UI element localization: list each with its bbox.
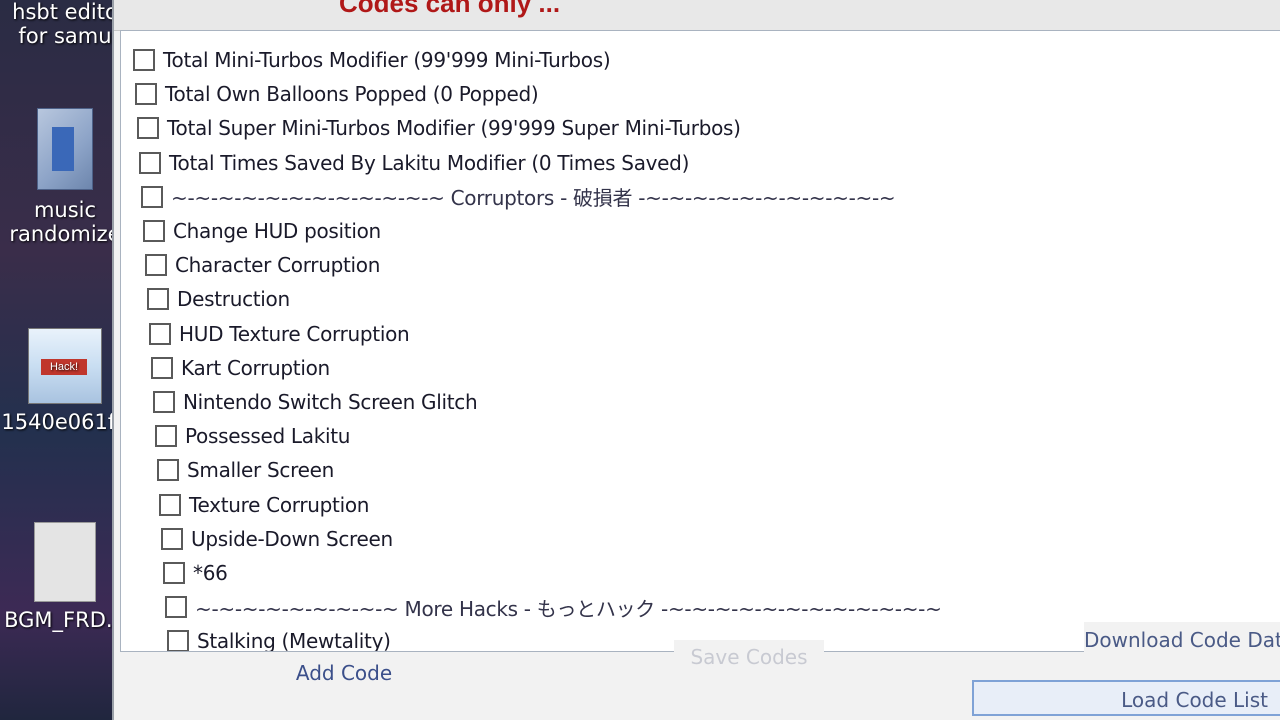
load-code-list-button[interactable]: Load Code List — [972, 680, 1280, 716]
code-label: Smaller Screen — [187, 458, 334, 483]
code-list-item[interactable]: Destruction — [147, 284, 290, 314]
code-label: Total Times Saved By Lakitu Modifier (0 … — [169, 150, 690, 175]
save-codes-button[interactable]: Save Codes — [674, 640, 824, 674]
code-list-item[interactable]: Texture Corruption — [159, 490, 369, 520]
code-label: Destruction — [177, 287, 290, 312]
code-checkbox[interactable] — [161, 527, 183, 550]
window-title: Codes can only ... — [339, 0, 561, 18]
code-list-item[interactable]: *66 — [163, 558, 228, 588]
code-label: Kart Corruption — [181, 355, 330, 380]
desktop-icon-label: for samu — [18, 24, 112, 48]
code-label: Texture Corruption — [189, 492, 370, 517]
desktop-icon-label: 1540e061f2 — [1, 410, 129, 434]
code-checkbox[interactable] — [143, 220, 165, 242]
code-label: ~-~-~-~-~-~-~-~-~-~-~-~ Corruptors - 破損者… — [171, 186, 896, 211]
code-checkbox[interactable] — [145, 254, 167, 277]
code-checkbox[interactable] — [157, 459, 179, 482]
window-header: Codes can only ... — [114, 0, 1280, 31]
desktop-icon-image-file[interactable]: Hack! 1540e061f2 — [0, 328, 130, 434]
code-label: Upside-Down Screen — [191, 526, 393, 551]
code-label: Nintendo Switch Screen Glitch — [183, 390, 478, 414]
desktop-icon-label: music — [33, 198, 97, 222]
desktop-icon-label: randomize — [9, 222, 121, 246]
code-checkbox[interactable] — [165, 596, 187, 619]
code-list-item[interactable]: Total Own Balloons Popped (0 Popped) — [135, 79, 539, 109]
code-label: Possessed Lakitu — [185, 424, 351, 449]
desktop-icon-music-randomizer[interactable]: music randomize — [0, 108, 130, 246]
code-label: *66 — [193, 561, 228, 585]
code-list-item[interactable]: Smaller Screen — [157, 455, 334, 485]
code-checkbox[interactable] — [139, 151, 161, 174]
code-list-item[interactable]: Total Times Saved By Lakitu Modifier (0 … — [139, 148, 689, 178]
desktop-icon-bgm-file[interactable]: BGM_FRD.b — [0, 522, 130, 632]
code-list[interactable]: Total Mini-Turbos Modifier (99'999 Mini-… — [120, 30, 1280, 652]
code-label: Character Corruption — [175, 253, 381, 278]
code-label: Total Mini-Turbos Modifier (99'999 Mini-… — [163, 48, 611, 72]
code-checkbox[interactable] — [141, 185, 163, 208]
code-label: ~-~-~-~-~-~-~-~-~ More Hacks - もっとハック -~… — [195, 596, 942, 621]
code-list-item[interactable]: Total Super Mini-Turbos Modifier (99'999… — [137, 113, 741, 143]
code-checkbox[interactable] — [159, 493, 181, 516]
code-list-item[interactable]: Kart Corruption — [151, 353, 330, 383]
code-label: Total Own Balloons Popped (0 Popped) — [165, 82, 539, 107]
code-list-item[interactable]: ~-~-~-~-~-~-~-~-~-~-~-~ Corruptors - 破損者… — [141, 182, 896, 212]
code-label: HUD Texture Corruption — [179, 321, 410, 346]
code-label: Stalking (Mewtality) — [197, 629, 391, 652]
code-checkbox[interactable] — [155, 425, 177, 448]
code-list-item[interactable]: Nintendo Switch Screen Glitch — [153, 387, 478, 417]
code-list-item[interactable]: HUD Texture Corruption — [149, 319, 410, 349]
code-list-item[interactable]: ~-~-~-~-~-~-~-~-~ More Hacks - もっとハック -~… — [165, 592, 942, 622]
add-code-button[interactable]: Add Code — [284, 656, 404, 690]
code-list-item[interactable]: Stalking (Mewtality) — [167, 626, 391, 652]
thumbnail-text: Hack! — [41, 359, 87, 375]
code-list-item[interactable]: Total Mini-Turbos Modifier (99'999 Mini-… — [133, 45, 611, 75]
code-list-item[interactable]: Upside-Down Screen — [161, 524, 393, 554]
code-label: Change HUD position — [173, 219, 381, 243]
code-checkbox[interactable] — [147, 288, 169, 311]
code-checkbox[interactable] — [167, 630, 189, 651]
code-label: Total Super Mini-Turbos Modifier (99'999… — [167, 116, 741, 141]
image-thumbnail-icon: Hack! — [28, 328, 102, 404]
code-checkbox[interactable] — [149, 322, 171, 345]
download-code-database-button[interactable]: Download Code Datab — [1084, 622, 1280, 658]
file-icon — [34, 522, 96, 602]
code-manager-window: Codes can only ... Total Mini-Turbos Mod… — [112, 0, 1280, 720]
code-checkbox[interactable] — [151, 356, 173, 379]
code-checkbox[interactable] — [135, 83, 157, 106]
desktop-icon-label: hsbt edito — [12, 0, 118, 24]
code-checkbox[interactable] — [153, 391, 175, 413]
desktop-icon-label: BGM_FRD.b — [4, 608, 126, 632]
desktop-icon-hsbt-editor[interactable]: hsbt edito for samu — [0, 0, 130, 48]
code-list-item[interactable]: Character Corruption — [145, 250, 380, 280]
code-list-item[interactable]: Change HUD position — [143, 216, 381, 246]
code-list-item[interactable]: Possessed Lakitu — [155, 421, 350, 451]
code-checkbox[interactable] — [137, 117, 159, 140]
code-checkbox[interactable] — [163, 562, 185, 584]
code-checkbox[interactable] — [133, 49, 155, 71]
folder-icon — [37, 108, 93, 190]
